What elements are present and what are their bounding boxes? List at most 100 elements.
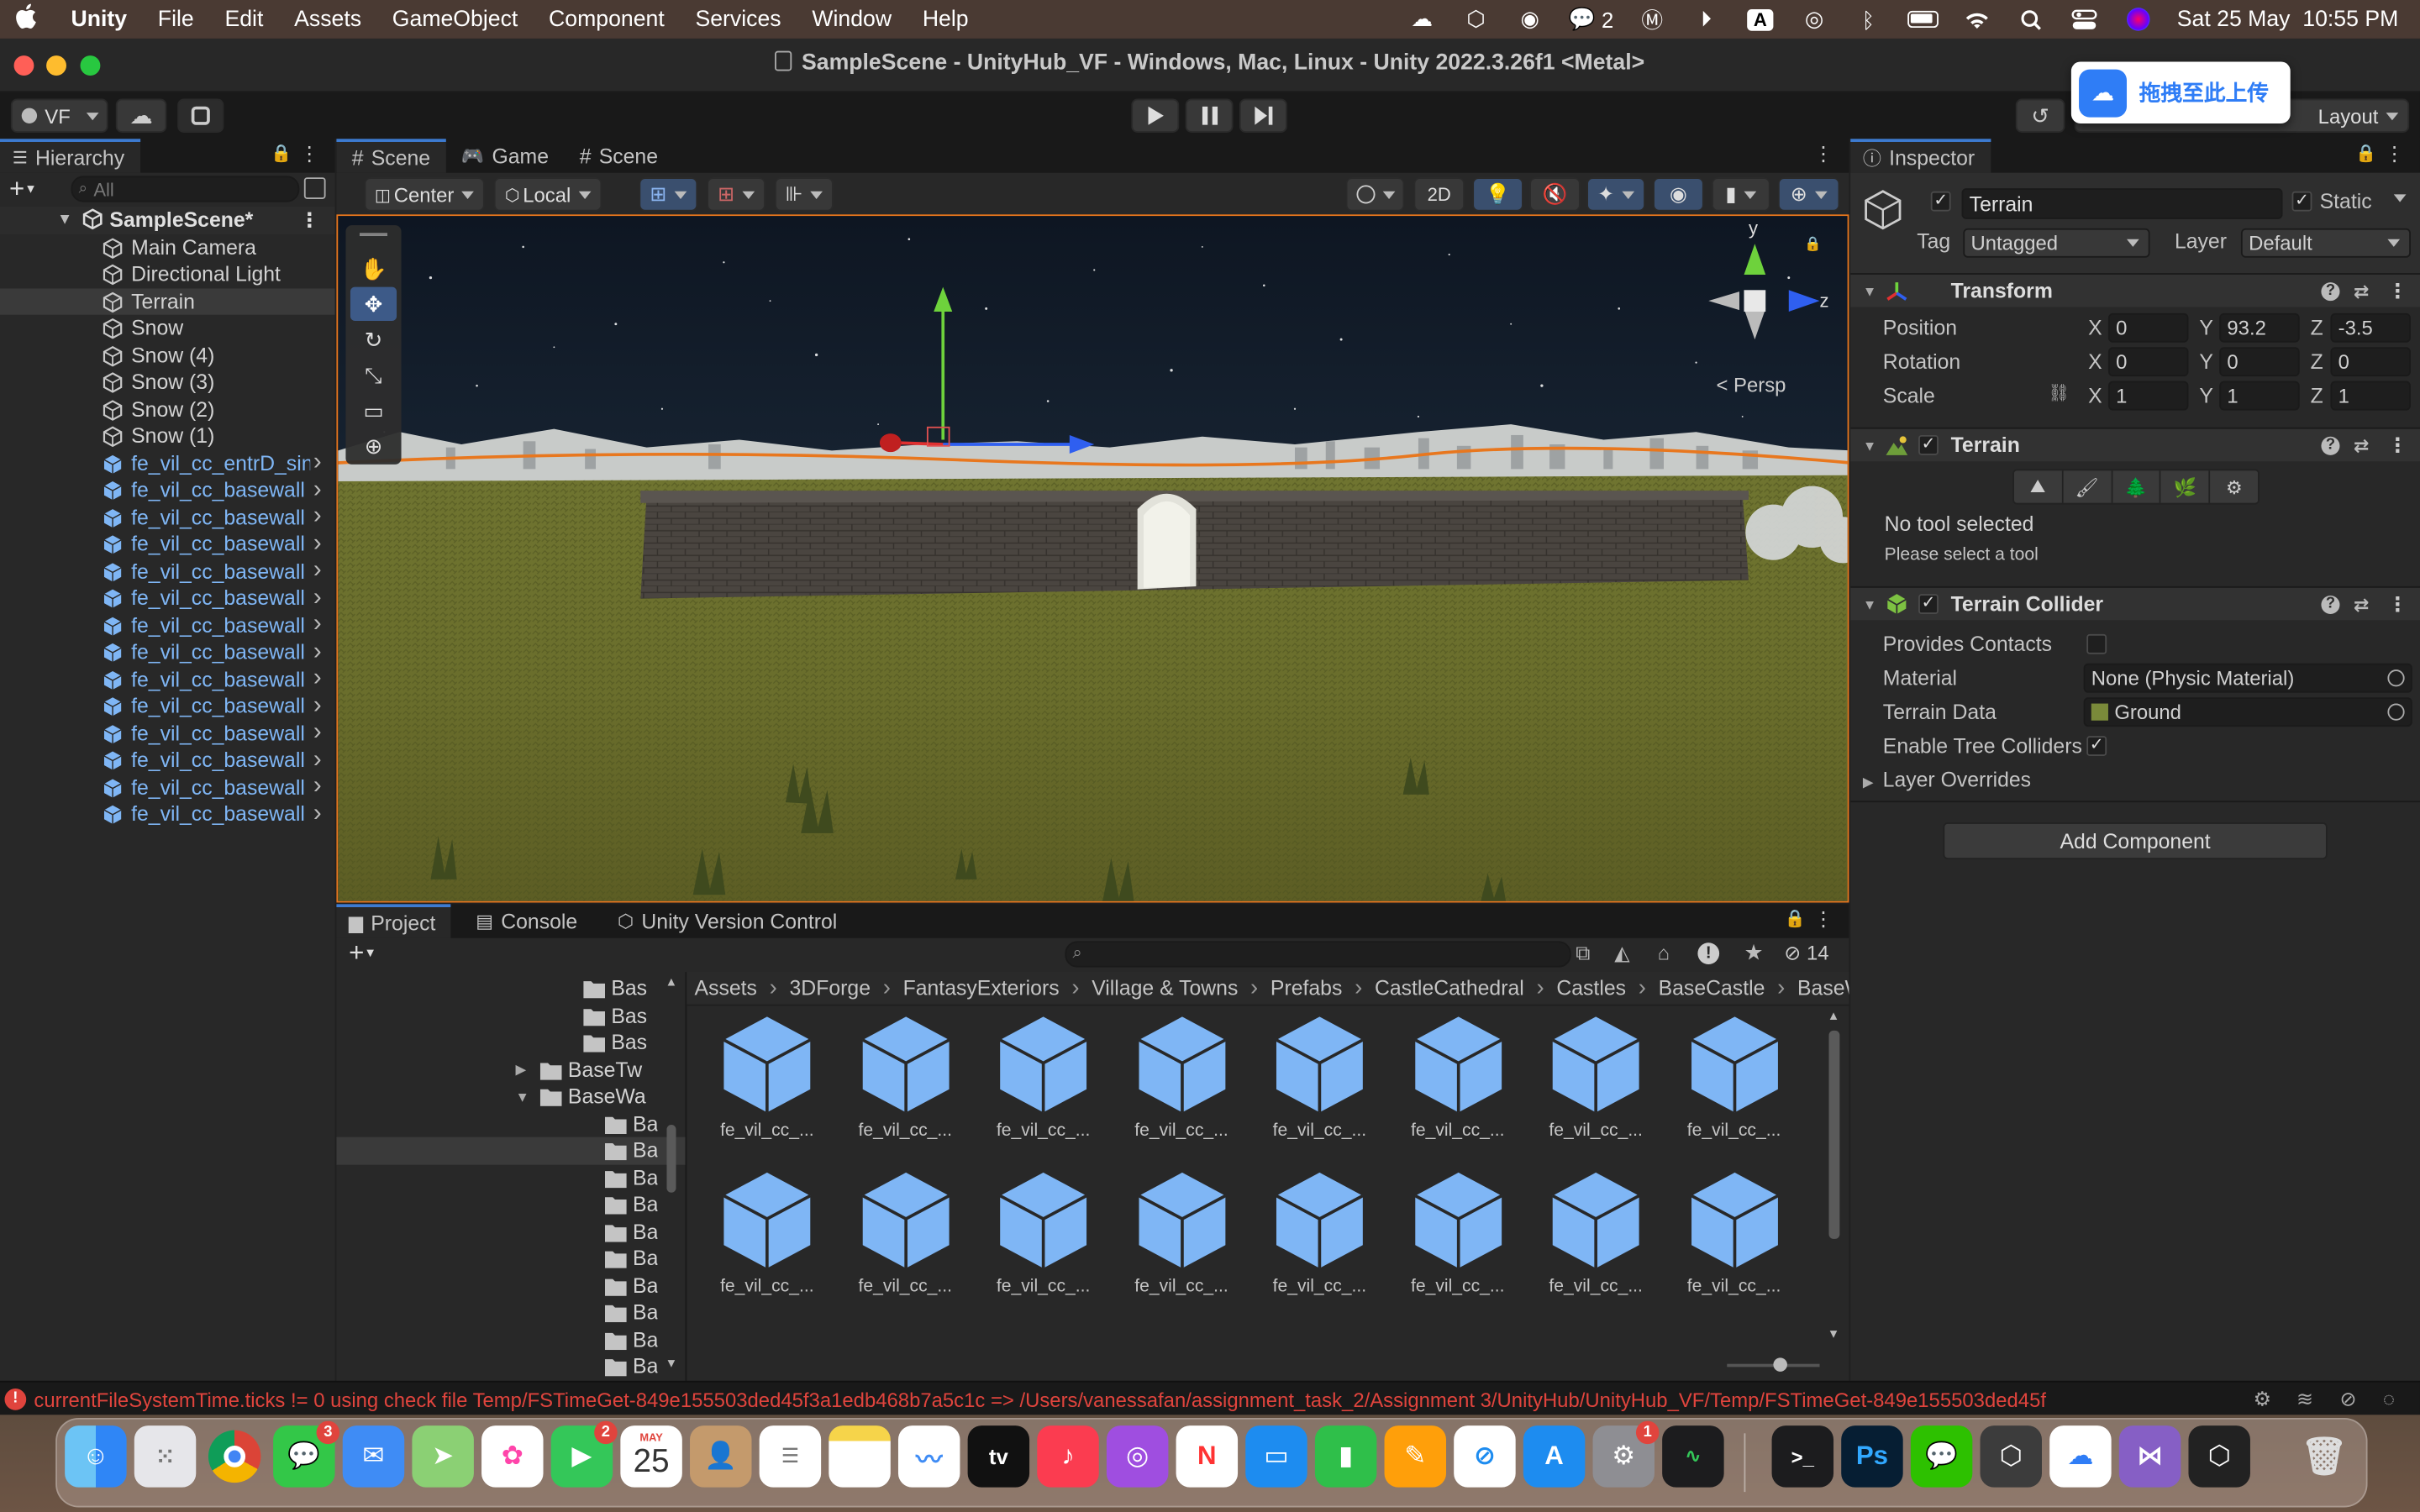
collab-button[interactable] — [177, 98, 224, 133]
play-button[interactable] — [1131, 98, 1180, 133]
tab-scene-2[interactable]: # Scene — [564, 139, 673, 172]
breadcrumb-item[interactable]: Village & Towns — [1092, 977, 1238, 1000]
status-bar[interactable]: ! currentFileSystemTime.ticks != 0 using… — [0, 1380, 2420, 1415]
help-icon[interactable]: ? — [2321, 595, 2340, 614]
position-x-field[interactable]: 0 — [2107, 312, 2189, 343]
dock-notes[interactable] — [829, 1425, 891, 1488]
terrain-header[interactable]: ▼ ✓ Terrain ? ⇄ ⋮ — [1850, 427, 2420, 462]
scale-z-field[interactable]: 1 — [2330, 381, 2411, 411]
lock-icon[interactable]: 🔒 — [271, 144, 292, 164]
pivot-mode-dropdown[interactable]: ◫ Center — [364, 177, 485, 212]
apple-icon[interactable] — [0, 3, 52, 36]
audio-button[interactable]: 🔇 — [1529, 177, 1581, 212]
scale-x-field[interactable]: 1 — [2107, 381, 2189, 411]
toggle-2d-button[interactable]: 2D — [1413, 177, 1465, 212]
preset-icon[interactable]: ⇄ — [2354, 280, 2369, 302]
tab-inspector[interactable]: ⓘ Inspector — [1850, 139, 1991, 173]
hierarchy-object-row[interactable]: Snow (4) — [0, 342, 335, 369]
panel-menu-icon[interactable]: ⋮ — [299, 142, 319, 166]
asset-item[interactable]: fe_vil_cc_... — [1120, 1014, 1244, 1140]
asset-item[interactable]: fe_vil_cc_... — [1258, 1014, 1381, 1140]
tab-version-control[interactable]: ⬡ Unity Version Control — [593, 904, 853, 937]
rotation-z-field[interactable]: 0 — [2330, 347, 2411, 377]
mammoth-icon[interactable]: Ⓜ — [1637, 7, 1668, 31]
dock-contacts[interactable]: 👤 — [690, 1425, 752, 1488]
lock-icon[interactable]: 🔒 — [2355, 144, 2376, 164]
menu-edit[interactable]: Edit — [209, 7, 279, 31]
upload-popup[interactable]: ☁ 拖拽至此上传 — [2070, 61, 2291, 123]
transform-tool-button[interactable]: ⊕ — [350, 429, 397, 463]
step-button[interactable] — [1239, 98, 1287, 133]
dock-unity-hub[interactable]: ⬡ — [1980, 1425, 2042, 1488]
input-source-icon[interactable]: A — [1744, 7, 1776, 31]
projection-label[interactable]: < Persp — [1716, 373, 1786, 396]
component-menu-icon[interactable]: ⋮ — [2387, 591, 2407, 616]
asset-item[interactable]: fe_vil_cc_... — [1534, 1014, 1658, 1140]
gizmos-dropdown[interactable]: ⊕ — [1777, 177, 1840, 212]
folder-tree-item[interactable]: BaseV — [336, 1245, 685, 1272]
siri-icon[interactable] — [2123, 7, 2154, 31]
hierarchy-prefab-row[interactable]: fe_vil_cc_basewall › — [0, 774, 335, 801]
preset-icon[interactable]: ⇄ — [2354, 593, 2369, 615]
visibility-button[interactable]: ◉ — [1653, 177, 1704, 212]
scene-viewport[interactable]: ✋ ✥ ↻ ⤡ ▭ ⊕ y z 🔒 < Persp — [336, 214, 1849, 903]
chevron-right-icon[interactable]: › — [313, 719, 322, 747]
hierarchy-prefab-row[interactable]: fe_vil_cc_basewall › — [0, 801, 335, 827]
layer-overrides-foldout[interactable]: ▶ Layer Overrides — [1863, 769, 2031, 792]
lock-icon[interactable]: 🔒 — [1785, 909, 1806, 929]
slider-thumb[interactable] — [1773, 1357, 1787, 1372]
terrain-enabled-checkbox[interactable]: ✓ — [1918, 434, 1939, 455]
hierarchy-prefab-row[interactable]: fe_vil_cc_basewall › — [0, 612, 335, 638]
dock-keynote[interactable]: ▭ — [1245, 1425, 1307, 1488]
breadcrumb-item[interactable]: Assets — [695, 977, 757, 1000]
search-options-icon[interactable] — [303, 177, 326, 199]
hierarchy-prefab-row[interactable]: fe_vil_cc_basewall › — [0, 747, 335, 774]
dock-system-settings[interactable]: ⚙ 1 — [1592, 1420, 1660, 1488]
breadcrumb-item[interactable]: FantasyExteriors — [903, 977, 1060, 1000]
hand-tool-button[interactable]: ✋ — [350, 251, 397, 285]
layer-dropdown[interactable]: Default — [2240, 228, 2411, 258]
folder-tree-item[interactable]: BaseV — [336, 1353, 685, 1380]
folder-tree-item[interactable]: ▶ BaseTw — [336, 1056, 685, 1083]
dock-finder[interactable]: ☺ — [65, 1425, 127, 1488]
asset-item[interactable]: fe_vil_cc_... — [1672, 1169, 1796, 1296]
project-search-input[interactable]: ⌕ — [1065, 941, 1571, 968]
hidden-packages-toggle[interactable]: ⊘ 14 — [1784, 941, 1828, 965]
chevron-right-icon[interactable]: › — [313, 692, 322, 720]
dock-chrome[interactable] — [203, 1425, 265, 1487]
hierarchy-object-row[interactable]: Main Camera — [0, 234, 335, 260]
position-y-field[interactable]: 93.2 — [2219, 312, 2300, 343]
folder-tree-item[interactable]: Bas — [336, 1029, 685, 1056]
tab-scene[interactable]: # Scene — [336, 139, 446, 173]
bluetooth-icon[interactable]: ᛒ — [1853, 7, 1884, 31]
dock-music[interactable]: ♪ — [1037, 1425, 1099, 1488]
dock-appletv[interactable]: tv — [967, 1425, 1030, 1488]
menu-component[interactable]: Component — [534, 7, 680, 31]
asset-item[interactable]: fe_vil_cc_... — [705, 1169, 829, 1296]
dock-numbers[interactable]: ▮ — [1314, 1425, 1377, 1488]
material-field[interactable]: None (Physic Material) — [2083, 663, 2412, 693]
tab-project[interactable]: ▆ Project — [336, 904, 451, 938]
dock-photos[interactable]: ✿ — [481, 1425, 544, 1488]
tree-scrollbar[interactable]: ▲ ▼ — [666, 975, 678, 1370]
undo-history-button[interactable]: ↺ — [2015, 98, 2065, 133]
chevron-right-icon[interactable]: › — [313, 476, 322, 504]
scale-y-field[interactable]: 1 — [2219, 381, 2300, 411]
dock-reminders[interactable]: ☰ — [759, 1425, 822, 1488]
ruler-button[interactable]: ⊪ — [775, 177, 834, 212]
provides-contacts-checkbox[interactable] — [2086, 633, 2107, 654]
move-tool-button[interactable]: ✥ — [350, 286, 397, 322]
label-tag-icon[interactable]: ⌂ — [1658, 941, 1670, 964]
hierarchy-prefab-row[interactable]: fe_vil_cc_basewall › — [0, 530, 335, 558]
menu-file[interactable]: File — [142, 7, 209, 31]
breadcrumb-item[interactable]: Prefabs — [1270, 977, 1342, 1000]
transform-header[interactable]: ▼ Transform ? ⇄ ⋮ — [1850, 273, 2420, 307]
folder-tree-item[interactable]: Bas — [336, 975, 685, 1002]
dock-unity[interactable]: ⬡ — [2188, 1425, 2250, 1488]
airdrop-icon[interactable]: ◎ — [1799, 6, 1830, 31]
icon-size-slider[interactable] — [1727, 1357, 1820, 1372]
hierarchy-prefab-row[interactable]: fe_vil_cc_entrD_sin › — [0, 449, 335, 476]
wifi-icon[interactable] — [1961, 7, 1992, 31]
terrain-settings-button[interactable]: ⚙ — [2210, 470, 2259, 503]
hierarchy-prefab-row[interactable]: fe_vil_cc_basewall › — [0, 476, 335, 504]
